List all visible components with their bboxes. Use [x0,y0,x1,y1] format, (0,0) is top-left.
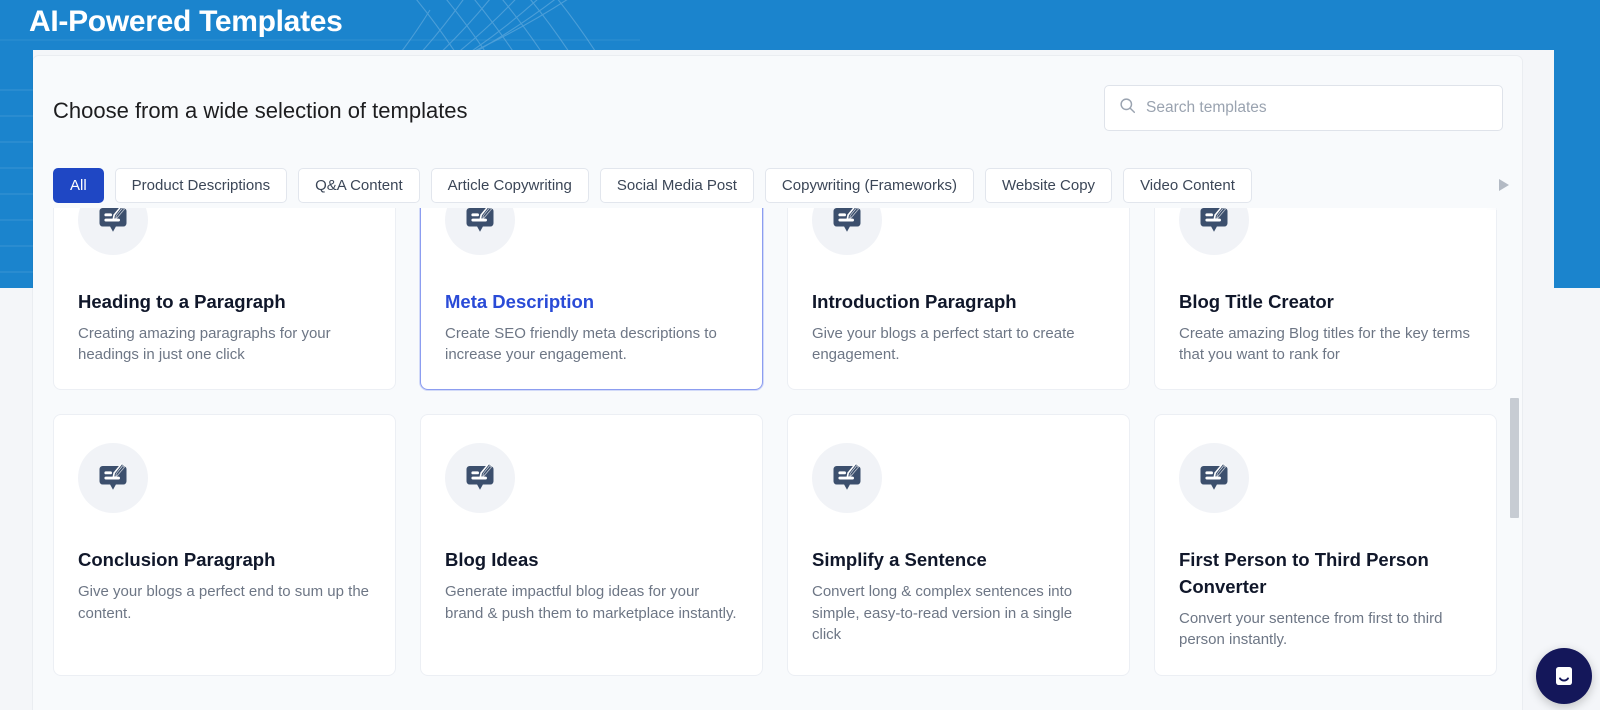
intercom-chat-icon [1556,667,1572,685]
panel-heading: Choose from a wide selection of template… [53,98,468,123]
category-tab-video-content[interactable]: Video Content [1123,168,1252,203]
template-card-description: Convert long & complex sentences into si… [812,583,1073,643]
category-tab-social-media-post[interactable]: Social Media Post [599,168,754,203]
category-tab-website-copy[interactable]: Website Copy [984,168,1113,203]
template-card-title: Simplify a Sentence [812,549,987,571]
template-edit-icon [466,463,494,491]
template-icon-badge [445,208,515,255]
templates-grid: Heading to a Paragraph Creating amazing p… [53,208,1497,676]
template-card-description: Give your blogs a perfect end to sum up … [78,583,369,622]
templates-page: AI-Powered Templates Choose from a wide … [0,0,1600,710]
template-card[interactable]: Heading to a Paragraph Creating amazing p… [53,208,396,391]
template-card-description: Create SEO friendly meta descriptions to… [445,324,717,364]
template-card-title: Conclusion Paragraph [78,549,276,571]
category-tab-product-descriptions[interactable]: Product Descriptions [114,168,288,203]
template-card-title: First Person to Third Person Converter [1179,549,1429,598]
search-box[interactable] [1104,85,1503,131]
template-card[interactable]: Simplify a Sentence Convert long & comple… [787,414,1130,676]
page-hero-banner: AI-Powered Templates [0,0,1600,50]
template-card[interactable]: Meta Description Create SEO friendly meta… [420,208,763,391]
category-tab-all[interactable]: All [53,168,104,203]
template-card[interactable]: First Person to Third Person Converter Co… [1154,414,1497,676]
search-input[interactable] [1146,86,1488,130]
template-edit-icon [833,463,861,491]
template-card-title: Heading to a Paragraph [78,291,286,312]
panel-header: Choose from a wide selection of template… [33,56,1522,210]
hero-left-rail-pattern [0,89,33,273]
hero-right-rail [1554,50,1600,288]
template-edit-icon [99,208,127,232]
cards-scrollbar-thumb[interactable] [1510,398,1519,518]
template-edit-icon [833,208,861,232]
category-tab-copywriting-frameworks[interactable]: Copywriting (Frameworks) [764,168,974,203]
template-icon-badge [445,443,515,514]
template-card-description: Convert your sentence from first to thir… [1179,610,1443,649]
search-icon [1119,97,1136,119]
template-icon-badge [78,208,148,255]
template-card-title: Blog Ideas [445,549,539,571]
template-card-title: Introduction Paragraph [812,291,1017,312]
template-card-description: Generate impactful blog ideas for your b… [445,583,737,622]
template-edit-icon [1200,208,1228,232]
template-edit-icon [1200,463,1228,491]
page-title: AI-Powered Templates [29,5,343,38]
template-card[interactable]: Introduction Paragraph Give your blogs a … [787,208,1130,391]
category-tab-article-copywriting[interactable]: Article Copywriting [430,168,589,203]
template-card-description: Give your blogs a perfect start to creat… [812,324,1075,364]
category-tabs-strip: All Product Descriptions Q&A Content Articl… [53,168,1252,203]
template-icon-badge [812,443,882,514]
template-icon-badge [1179,208,1249,255]
template-card-title: Blog Title Creator [1179,291,1334,312]
category-tabs: All Product Descriptions Q&A Content Articl… [33,168,1522,208]
templates-scroll-viewport[interactable]: Heading to a Paragraph Creating amazing p… [33,208,1522,710]
chevron-right-icon [1499,179,1509,191]
template-edit-icon [99,463,127,491]
template-edit-icon [466,208,494,232]
hero-left-rail [0,50,33,288]
template-card-description: Create amazing Blog titles for the key t… [1179,324,1470,364]
tabs-next-button[interactable] [1486,160,1522,210]
template-icon-badge [812,208,882,255]
template-card[interactable]: Blog Title Creator Create amazing Blog ti… [1154,208,1497,391]
template-card[interactable]: Blog Ideas Generate impactful blog ideas … [420,414,763,676]
templates-panel: Choose from a wide selection of template… [33,56,1522,710]
template-icon-badge [78,443,148,514]
template-icon-badge [1179,443,1249,514]
template-card-title: Meta Description [445,291,595,312]
chat-launcher-button[interactable] [1536,648,1592,704]
template-card-description: Creating amazing paragraphs for your hea… [78,324,331,364]
cards-vertical-scrollbar[interactable] [1509,208,1520,710]
template-card[interactable]: Conclusion Paragraph Give your blogs a pe… [53,414,396,676]
category-tab-q-a-content[interactable]: Q&A Content [298,168,420,203]
